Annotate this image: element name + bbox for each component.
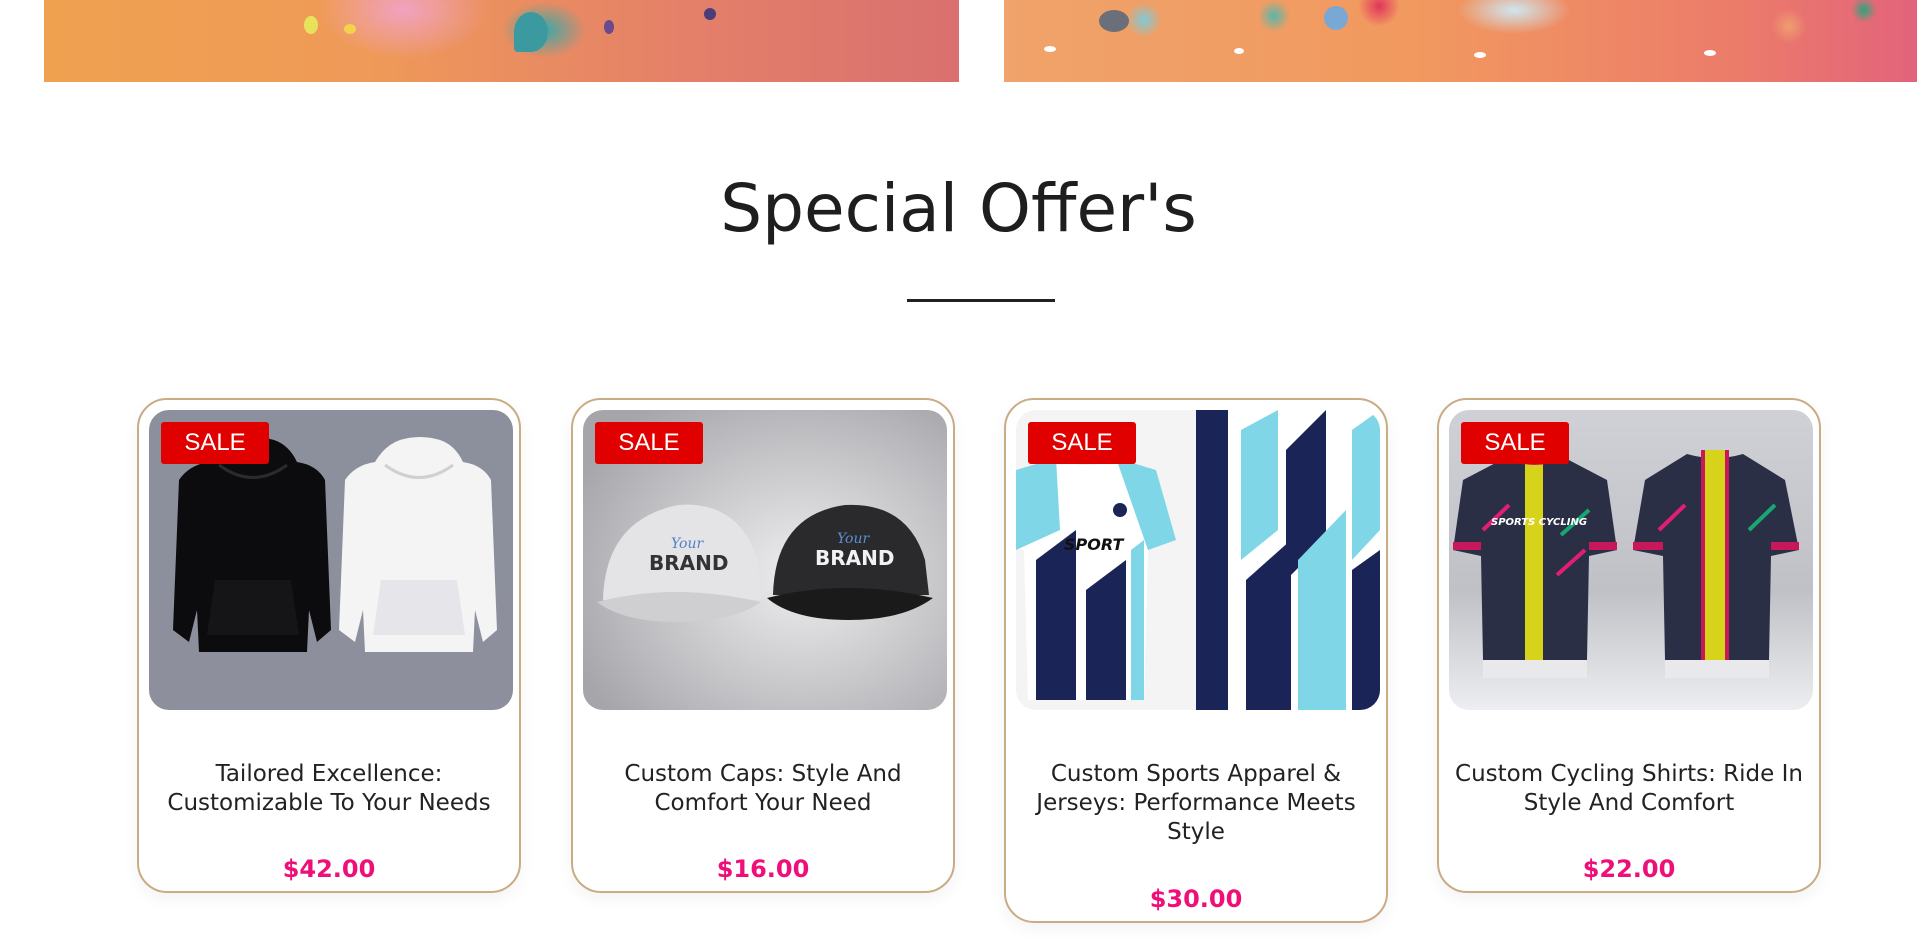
product-price: $16.00	[716, 855, 810, 883]
product-price: $22.00	[1582, 855, 1676, 883]
product-title[interactable]: Custom Sports Apparel & Jerseys: Perform…	[1012, 760, 1380, 847]
product-title[interactable]: Tailored Excellence: Customizable To You…	[145, 760, 513, 818]
confetti-decoration	[704, 8, 716, 20]
sale-badge: SALE	[1461, 422, 1569, 464]
confetti-decoration	[1099, 10, 1129, 32]
cap-brand-text: BRAND	[815, 546, 894, 570]
confetti-decoration	[1704, 50, 1716, 56]
product-card[interactable]: SALE Tailored Excellence: Customizable T…	[137, 398, 521, 893]
confetti-decoration	[1474, 52, 1486, 58]
confetti-decoration	[1234, 48, 1244, 54]
product-title[interactable]: Custom Cycling Shirts: Ride In Style And…	[1445, 760, 1813, 818]
shirt-text: SPORTS CYCLING	[1491, 517, 1587, 528]
cap-script-text: Your	[671, 536, 704, 552]
confetti-decoration	[514, 12, 548, 52]
confetti-decoration	[1044, 46, 1056, 52]
confetti-decoration	[344, 24, 356, 34]
title-underline	[907, 299, 1055, 302]
product-card[interactable]: SPORTS CYCLING SALE Custom Cycling Shirt…	[1437, 398, 1821, 893]
product-card[interactable]: Your BRAND Your BRAND SALE Custom Caps: …	[571, 398, 955, 893]
sale-badge: SALE	[161, 422, 269, 464]
confetti-decoration	[1324, 6, 1348, 30]
sale-badge: SALE	[595, 422, 703, 464]
product-card[interactable]: SPORT SALE Custom Sports Apparel & Jerse…	[1004, 398, 1388, 923]
section-title: Special Offer's	[720, 170, 1197, 247]
cap-script-text: Your	[837, 531, 870, 547]
sale-badge: SALE	[1028, 422, 1136, 464]
product-price: $42.00	[282, 855, 376, 883]
cap-brand-text: BRAND	[649, 551, 728, 575]
confetti-decoration	[604, 20, 614, 34]
promo-banner-left[interactable]	[44, 0, 959, 82]
promo-banner-right[interactable]	[1004, 0, 1917, 82]
jersey-text: SPORT	[1064, 535, 1124, 554]
product-title[interactable]: Custom Caps: Style And Comfort Your Need	[579, 760, 947, 818]
product-price: $30.00	[1149, 885, 1243, 913]
confetti-decoration	[304, 16, 318, 34]
